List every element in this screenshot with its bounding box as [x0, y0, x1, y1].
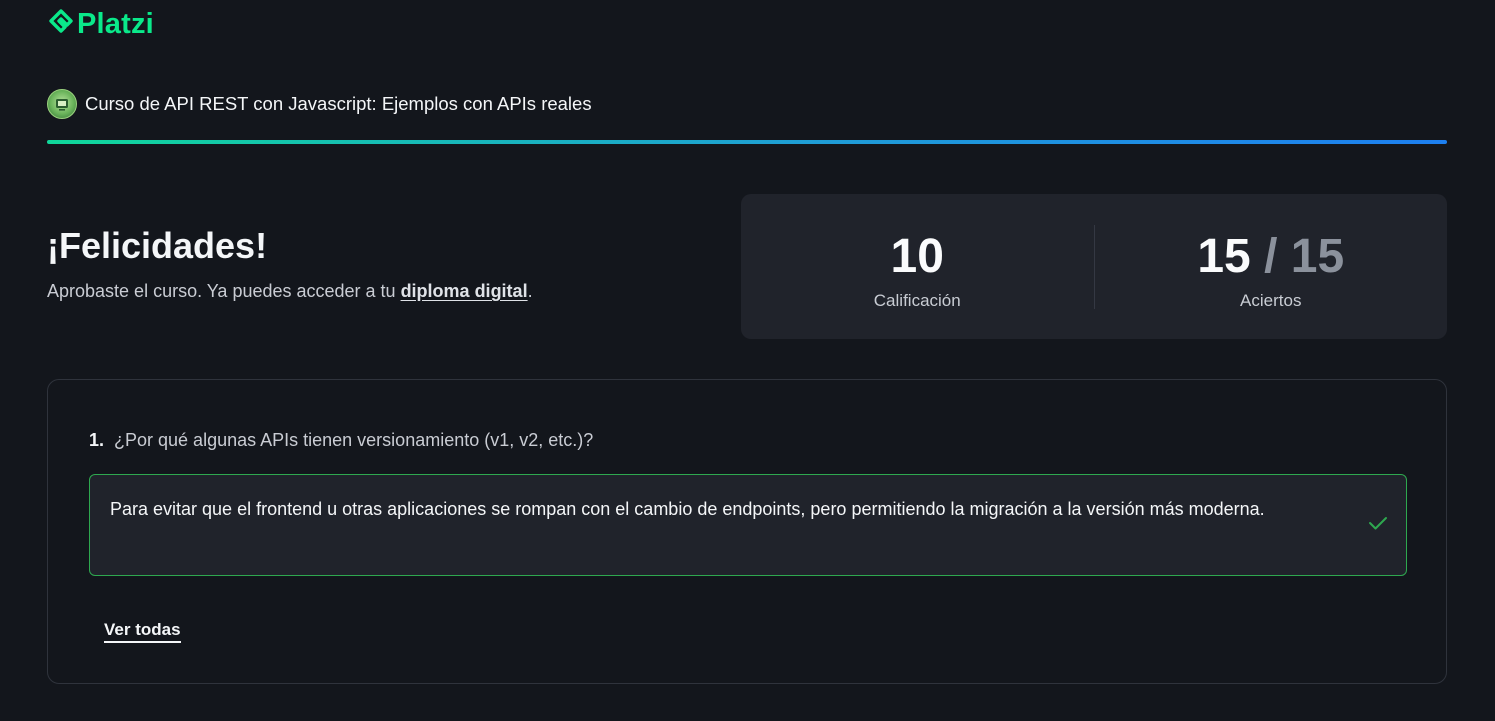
total-value: 15 [1290, 229, 1345, 283]
congrats-heading: ¡Felicidades! [47, 225, 268, 266]
course-title[interactable]: Curso de API REST con Javascript: Ejempl… [85, 93, 592, 115]
check-icon [1369, 517, 1387, 530]
course-progress-bar [47, 140, 1447, 144]
score-value: 10 [890, 229, 944, 283]
quiz-review-card: 1. ¿Por qué algunas APIs tienen versiona… [47, 379, 1447, 684]
correct-stat: 15 / 15 Aciertos [1093, 224, 1448, 310]
answer-text: Para evitar que el frontend u otras apli… [110, 499, 1265, 519]
question-row: 1. ¿Por qué algunas APIs tienen versiona… [89, 430, 593, 451]
course-badge-icon [47, 89, 77, 119]
correct-value: 15 [1197, 229, 1251, 283]
result-section: ¡Felicidades! Aprobaste el curso. Ya pue… [47, 224, 533, 302]
course-header: Curso de API REST con Javascript: Ejempl… [47, 89, 592, 119]
score-panel: 10 Calificación 15 / 15 Aciertos [741, 194, 1447, 339]
question-text: ¿Por qué algunas APIs tienen versionamie… [114, 430, 594, 450]
see-all-link[interactable]: Ver todas [104, 620, 181, 643]
result-message: Aprobaste el curso. Ya puedes acceder a … [47, 280, 533, 302]
correct-label: Aciertos [1240, 290, 1302, 310]
result-message-text: Aprobaste el curso. Ya puedes acceder a … [47, 281, 401, 301]
correct-separator: / [1250, 229, 1291, 283]
score-stat: 10 Calificación [741, 225, 1094, 310]
brand-name: Platzi [77, 7, 154, 40]
correct-value-group: 15 / 15 [1197, 229, 1344, 285]
platzi-logo-icon [49, 9, 73, 33]
question-number: 1. [89, 430, 105, 450]
diploma-link[interactable]: diploma digital [401, 281, 528, 301]
score-label: Calificación [873, 290, 961, 310]
result-message-end: . [527, 281, 533, 301]
platzi-logo[interactable]: Platzi [47, 6, 154, 42]
correct-answer-option: Para evitar que el frontend u otras apli… [89, 474, 1407, 576]
